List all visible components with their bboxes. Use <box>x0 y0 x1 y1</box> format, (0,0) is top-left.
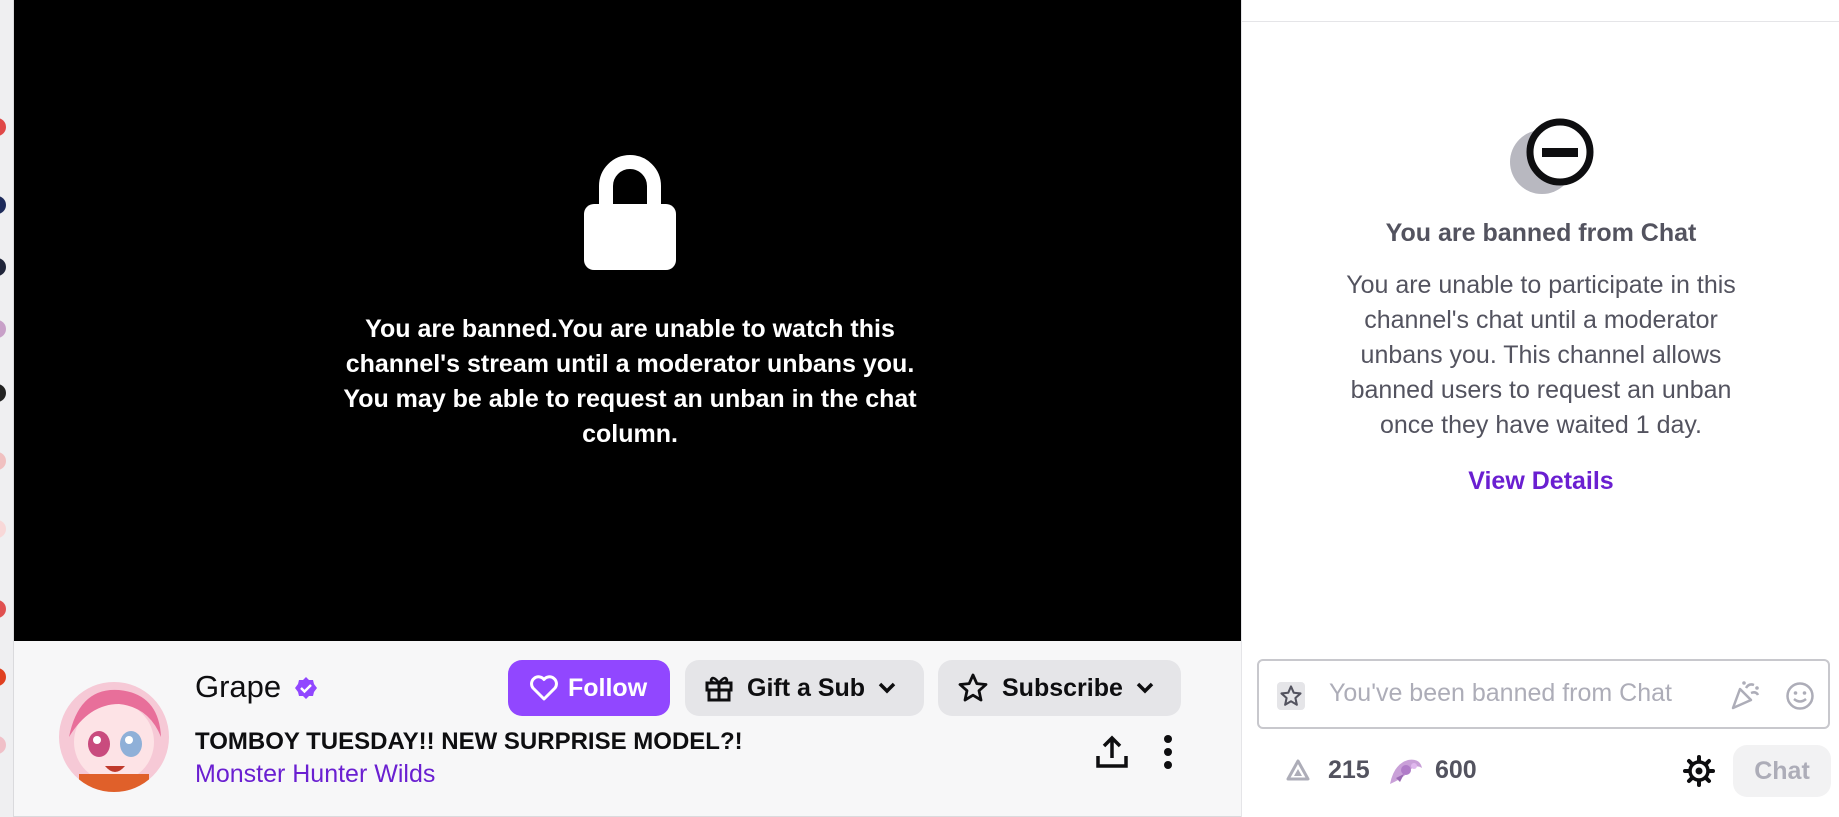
gift-icon <box>705 676 733 702</box>
channel-avatar[interactable] <box>59 682 169 792</box>
chat-ban-title: You are banned from Chat <box>1385 219 1697 247</box>
chat-panel: You are banned from Chat You are unable … <box>1241 0 1839 817</box>
gear-icon[interactable] <box>1683 755 1715 787</box>
ban-icon <box>1510 118 1594 194</box>
subscribe-label: Subscribe <box>1002 673 1123 702</box>
chat-send-button[interactable]: Chat <box>1733 745 1831 797</box>
share-icon[interactable] <box>1094 734 1130 770</box>
chat-input[interactable]: You've been banned from Chat <box>1257 659 1830 729</box>
lock-icon <box>584 155 676 270</box>
party-icon[interactable] <box>1729 679 1761 711</box>
category-link[interactable]: Monster Hunter Wilds <box>195 760 435 789</box>
channel-points-value: 215 <box>1328 756 1370 784</box>
bits-value: 600 <box>1435 756 1477 784</box>
rail-avatar[interactable] <box>0 196 6 214</box>
stream-title: TOMBOY TUESDAY!! NEW SURPRISE MODEL?! <box>195 728 743 755</box>
rail-avatar[interactable] <box>0 118 6 136</box>
channel-info-bar: Grape TOMBOY TUESDAY!! NEW SURPRISE MODE… <box>14 641 1241 817</box>
rail-avatar[interactable] <box>0 668 6 686</box>
rail-avatar[interactable] <box>0 600 6 618</box>
channel-points-icon[interactable] <box>1284 758 1312 786</box>
star-icon[interactable] <box>1277 682 1305 710</box>
gift-label: Gift a Sub <box>747 673 866 702</box>
chat-header-divider <box>1242 21 1839 22</box>
rail-avatar[interactable] <box>0 384 6 402</box>
verified-icon <box>295 677 317 699</box>
rail-avatar[interactable] <box>0 452 6 470</box>
rail-avatar[interactable] <box>0 736 6 754</box>
heart-icon <box>530 675 558 701</box>
bits-icon[interactable] <box>1386 754 1426 788</box>
rail-avatar[interactable] <box>0 258 6 276</box>
more-icon[interactable] <box>1162 734 1174 770</box>
player-ban-message: You are banned.You are unable to watch t… <box>343 315 917 448</box>
subscribe-button[interactable]: Subscribe <box>938 660 1181 716</box>
rail-avatar[interactable] <box>0 320 6 338</box>
rail-avatar[interactable] <box>0 520 6 538</box>
view-details-link[interactable]: View Details <box>1242 467 1839 496</box>
follow-label: Follow <box>568 673 648 702</box>
video-player[interactable]: You are banned.You are unable to watch t… <box>14 0 1241 641</box>
page: You are banned.You are unable to watch t… <box>0 0 1839 817</box>
star-icon <box>958 673 988 702</box>
gift-a-sub-button[interactable]: Gift a Sub <box>685 660 924 716</box>
chat-ban-description: You are unable to participate in this ch… <box>1346 271 1736 439</box>
follow-button[interactable]: Follow <box>508 660 670 716</box>
chevron-down-icon <box>878 682 896 694</box>
chevron-down-icon <box>1136 682 1154 694</box>
chat-input-placeholder: You've been banned from Chat <box>1329 679 1672 707</box>
side-nav-rail[interactable] <box>0 0 14 817</box>
channel-name[interactable]: Grape <box>195 669 281 705</box>
emoji-icon[interactable] <box>1785 681 1815 711</box>
